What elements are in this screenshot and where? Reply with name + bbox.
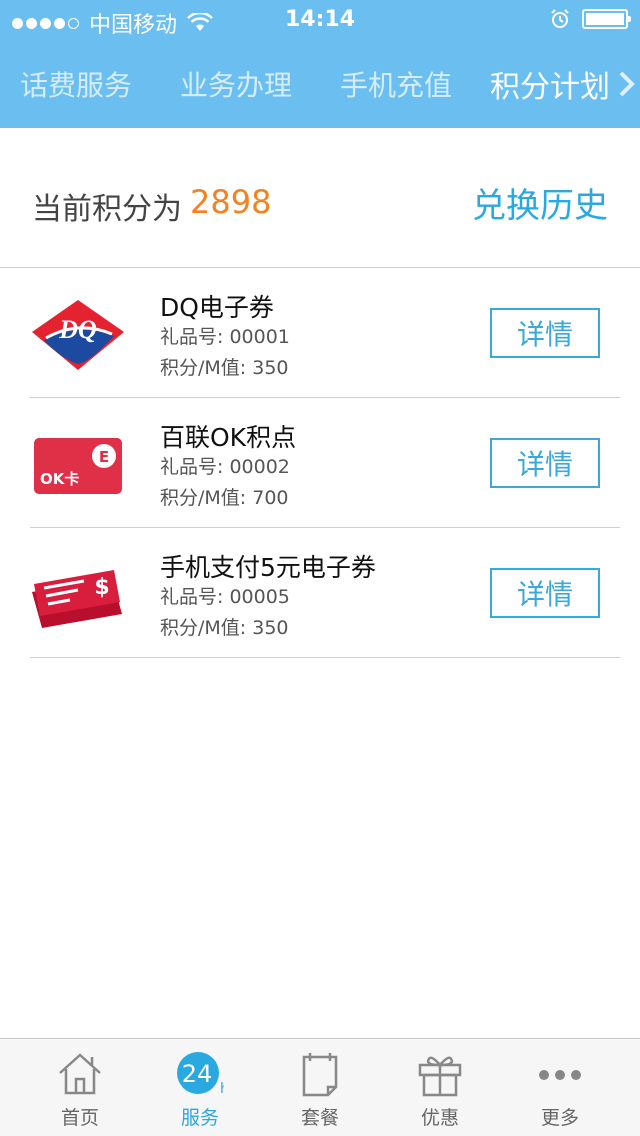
gift-number: 礼品号: 00001	[160, 326, 290, 348]
chevron-right-icon[interactable]	[618, 70, 636, 98]
bottom-tab-offers[interactable]: 优惠	[376, 1039, 504, 1136]
package-icon	[302, 1053, 338, 1097]
top-tab-bar: 话费服务 业务办理 手机充值 积分计划	[0, 56, 640, 112]
bottom-tab-bar: 首页 24 h 服务 套餐 优惠 更多	[0, 1038, 640, 1136]
svg-text:DQ: DQ	[58, 315, 97, 344]
gift-points: 积分/M值: 350	[160, 617, 289, 639]
status-bar: 中国移动 14:14	[0, 0, 640, 40]
battery-icon	[582, 9, 631, 29]
gift-points: 积分/M值: 350	[160, 357, 289, 379]
svg-text:E: E	[99, 448, 109, 466]
mobile-pay-voucher-icon: $	[32, 570, 122, 628]
bottom-tab-service[interactable]: 24 h 服务	[136, 1039, 264, 1136]
service-24h-icon: 24 h	[177, 1052, 224, 1097]
svg-text:24: 24	[182, 1060, 213, 1088]
tab-points-plan[interactable]: 积分计划	[490, 62, 610, 106]
gift-title: 百联OK积点	[160, 423, 297, 452]
bottom-tab-package[interactable]: 套餐	[256, 1039, 384, 1136]
ok-card-icon: E OK卡	[34, 438, 122, 494]
points-label: 当前积分为	[32, 192, 182, 227]
list-item: E OK卡 百联OK积点 礼品号: 00002 积分/M值: 700 详情	[30, 398, 620, 528]
gift-list: DQ DQ电子券 礼品号: 00001 积分/M值: 350 详情 E OK卡 …	[30, 268, 620, 658]
status-time: 14:14	[284, 7, 356, 32]
detail-button[interactable]: 详情	[490, 568, 600, 618]
gift-icon	[418, 1056, 462, 1097]
svg-text:$: $	[94, 575, 109, 600]
list-item: DQ DQ电子券 礼品号: 00001 积分/M值: 350 详情	[30, 268, 620, 398]
list-item: $ 手机支付5元电子券 礼品号: 00005 积分/M值: 350 详情	[30, 528, 620, 658]
detail-button[interactable]: 详情	[490, 308, 600, 358]
top-header: 中国移动 14:14 话费服务 业务办理 手机充值 积分计划	[0, 0, 640, 128]
gift-number: 礼品号: 00002	[160, 456, 290, 478]
points-summary: 当前积分为 2898 兑换历史	[0, 128, 640, 268]
ok-card-text: OK卡	[40, 470, 79, 488]
detail-button[interactable]: 详情	[490, 438, 600, 488]
bottom-tab-more[interactable]: 更多	[496, 1039, 624, 1136]
tab-business[interactable]: 业务办理	[180, 64, 292, 104]
points-value: 2898	[190, 183, 272, 221]
gift-points: 积分/M值: 700	[160, 487, 289, 509]
tab-bill-service[interactable]: 话费服务	[20, 64, 132, 104]
home-icon	[59, 1053, 101, 1095]
exchange-history-link[interactable]: 兑换历史	[472, 178, 608, 227]
gift-title: DQ电子券	[160, 293, 274, 322]
gift-title: 手机支付5元电子券	[160, 553, 376, 582]
svg-text:h: h	[220, 1081, 224, 1097]
more-icon	[539, 1070, 581, 1080]
dq-logo-icon: DQ	[32, 300, 124, 370]
bottom-tab-home[interactable]: 首页	[16, 1039, 144, 1136]
alarm-icon	[551, 9, 569, 28]
tab-recharge[interactable]: 手机充值	[340, 64, 452, 104]
gift-number: 礼品号: 00005	[160, 586, 290, 608]
